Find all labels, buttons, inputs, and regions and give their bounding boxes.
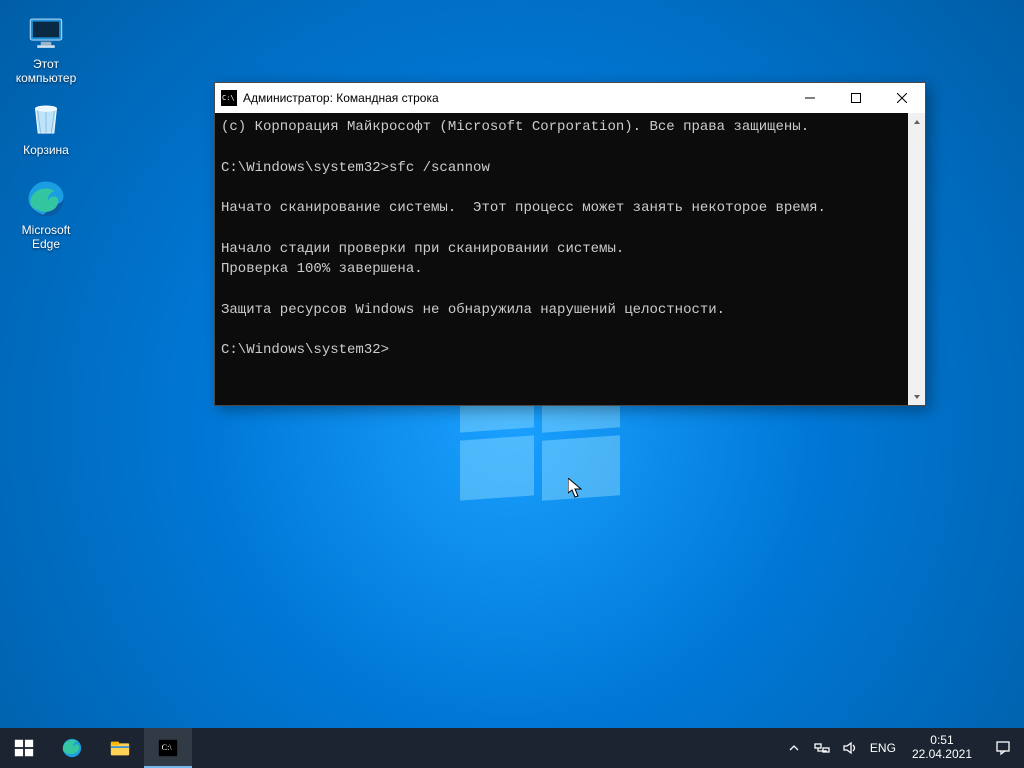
desktop-icon-recycle-bin[interactable]: Корзина (8, 98, 84, 158)
taskbar-app-cmd[interactable]: C:\ (144, 728, 192, 768)
monitor-icon (25, 12, 67, 54)
desktop-icon-this-pc[interactable]: Этот компьютер (8, 12, 84, 86)
taskbar-app-edge[interactable] (48, 728, 96, 768)
scroll-up-button[interactable] (908, 113, 925, 130)
tray-show-hidden-icons[interactable] (780, 728, 808, 768)
scroll-down-button[interactable] (908, 388, 925, 405)
desktop-icon-microsoft-edge[interactable]: Microsoft Edge (8, 178, 84, 252)
tray-language-indicator[interactable]: ENG (864, 741, 902, 755)
desktop-icon-label: Корзина (8, 144, 84, 158)
window-title: Администратор: Командная строка (243, 91, 787, 105)
taskbar: C:\ ENG 0:51 22.04.2021 (0, 728, 1024, 768)
terminal-output[interactable]: (c) Корпорация Майкрософт (Microsoft Cor… (215, 113, 908, 405)
maximize-button[interactable] (833, 83, 879, 113)
minimize-button[interactable] (787, 83, 833, 113)
taskbar-app-file-explorer[interactable] (96, 728, 144, 768)
edge-icon (25, 178, 67, 220)
cmd-window: Администратор: Командная строка (c) Корп… (214, 82, 926, 406)
tray-clock[interactable]: 0:51 22.04.2021 (902, 734, 982, 762)
recycle-bin-icon (25, 98, 67, 140)
desktop-icon-label: Этот компьютер (8, 58, 84, 86)
tray-time: 0:51 (912, 734, 972, 748)
svg-text:C:\: C:\ (162, 743, 173, 752)
window-titlebar[interactable]: Администратор: Командная строка (215, 83, 925, 114)
cmd-icon (221, 90, 237, 106)
system-tray: ENG 0:51 22.04.2021 (780, 728, 1024, 768)
tray-volume-icon[interactable] (836, 728, 864, 768)
start-button[interactable] (0, 728, 48, 768)
close-button[interactable] (879, 83, 925, 113)
tray-date: 22.04.2021 (912, 748, 972, 762)
vertical-scrollbar[interactable] (908, 113, 925, 405)
tray-network-icon[interactable] (808, 728, 836, 768)
desktop-icon-label: Microsoft Edge (8, 224, 84, 252)
tray-action-center-icon[interactable] (982, 728, 1024, 768)
